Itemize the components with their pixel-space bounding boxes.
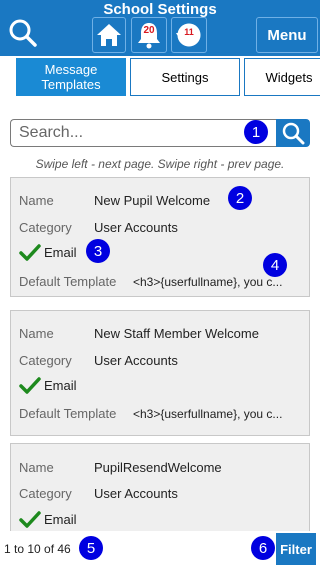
template-card[interactable]: Name PupilResendWelcome Category User Ac… bbox=[10, 443, 310, 533]
check-icon bbox=[19, 511, 41, 528]
template-category: User Accounts bbox=[94, 353, 178, 368]
default-template-value: <h3>{userfullname}, you c... bbox=[133, 407, 283, 421]
name-label: Name bbox=[19, 460, 54, 475]
filter-button[interactable]: Filter bbox=[276, 533, 316, 565]
home-icon bbox=[97, 24, 121, 46]
email-label: Email bbox=[44, 245, 77, 260]
menu-button[interactable]: Menu bbox=[256, 17, 318, 53]
email-label: Email bbox=[44, 512, 77, 527]
search-icon bbox=[9, 19, 37, 47]
default-template-label: Default Template bbox=[19, 406, 117, 421]
history-button[interactable]: 11 bbox=[171, 17, 207, 53]
search-input[interactable] bbox=[10, 119, 276, 147]
notifications-button[interactable]: 20 bbox=[131, 17, 167, 53]
template-card[interactable]: Name New Staff Member Welcome Category U… bbox=[10, 310, 310, 436]
default-template-value: <h3>{userfullname}, you c... bbox=[133, 275, 283, 289]
tab-widgets[interactable]: Widgets bbox=[244, 58, 320, 96]
marker-4: 4 bbox=[263, 253, 287, 277]
name-label: Name bbox=[19, 193, 54, 208]
category-label: Category bbox=[19, 353, 72, 368]
template-name: New Staff Member Welcome bbox=[94, 326, 259, 341]
template-card[interactable]: Name New Pupil Welcome Category User Acc… bbox=[10, 177, 310, 297]
default-template-label: Default Template bbox=[19, 274, 117, 289]
marker-3: 3 bbox=[86, 239, 110, 263]
category-label: Category bbox=[19, 220, 72, 235]
swipe-hint: Swipe left - next page. Swipe right - pr… bbox=[35, 157, 285, 171]
header-search-button[interactable] bbox=[4, 15, 42, 51]
top-bar: School Settings 20 11 Menu bbox=[0, 0, 320, 56]
template-category: User Accounts bbox=[94, 220, 178, 235]
marker-2: 2 bbox=[228, 186, 252, 210]
notification-count: 20 bbox=[143, 25, 155, 36]
tab-settings[interactable]: Settings bbox=[130, 58, 240, 96]
marker-1: 1 bbox=[244, 120, 268, 144]
home-button[interactable] bbox=[92, 17, 126, 53]
template-name: PupilResendWelcome bbox=[94, 460, 222, 475]
marker-5: 5 bbox=[79, 536, 103, 560]
app-title: School Settings bbox=[103, 1, 217, 18]
marker-6: 6 bbox=[251, 536, 275, 560]
history-count: 11 bbox=[184, 27, 194, 37]
check-icon bbox=[19, 244, 41, 261]
tab-message-templates[interactable]: Message Templates bbox=[16, 58, 126, 96]
tab-bar: Message Templates Settings Widgets bbox=[0, 56, 320, 98]
category-label: Category bbox=[19, 486, 72, 501]
pagination-status: 1 to 10 of 46 bbox=[4, 542, 71, 556]
name-label: Name bbox=[19, 326, 54, 341]
email-label: Email bbox=[44, 378, 77, 393]
check-icon bbox=[19, 377, 41, 394]
template-category: User Accounts bbox=[94, 486, 178, 501]
search-icon bbox=[282, 122, 305, 145]
template-name: New Pupil Welcome bbox=[94, 193, 211, 208]
search-submit-button[interactable] bbox=[276, 119, 310, 147]
